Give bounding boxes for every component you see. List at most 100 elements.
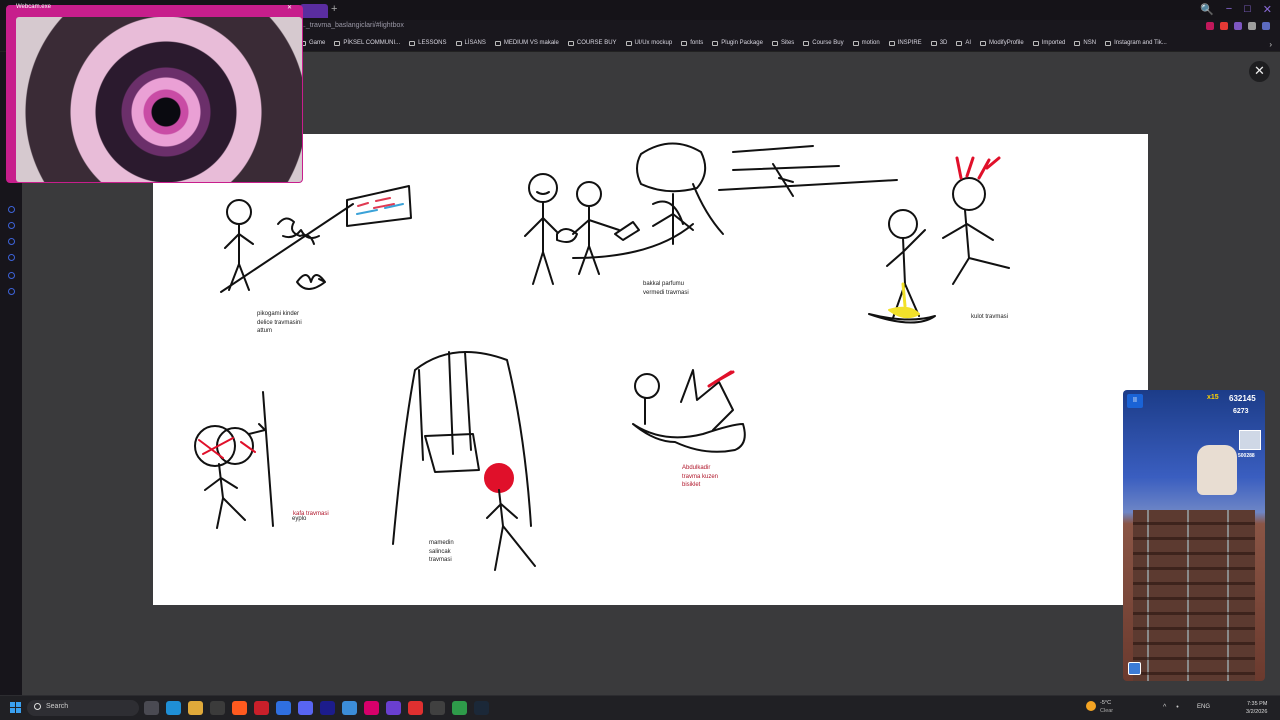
taskbar-app-icon[interactable]	[342, 701, 357, 715]
weather-icon[interactable]	[1086, 701, 1096, 711]
bookmark-item[interactable]: 3D	[930, 40, 948, 46]
sidebar-downloads-icon[interactable]	[8, 254, 15, 261]
folder-icon	[409, 40, 416, 46]
active-tab[interactable]	[300, 4, 328, 18]
taskbar-app-icon[interactable]	[386, 701, 401, 715]
extension-icon[interactable]	[1220, 22, 1228, 30]
bookmark-label: Sites	[780, 40, 795, 46]
bookmark-item[interactable]: NSN	[1074, 40, 1096, 46]
folder-icon	[771, 40, 778, 46]
tray-chevron-icon[interactable]: ^	[1163, 704, 1166, 711]
bookmark-item[interactable]: fonts	[681, 40, 703, 46]
tray-network-icon[interactable]: •	[1176, 704, 1178, 711]
extension-icon[interactable]	[1248, 22, 1256, 30]
taskbar-app-icon[interactable]	[188, 701, 203, 715]
bookmark-label: UI/Ux mockup	[634, 40, 673, 46]
new-tab-button[interactable]: +	[331, 3, 337, 15]
sidebar-home-icon[interactable]	[8, 206, 15, 213]
bookmarks-more-icon[interactable]: ›	[1269, 40, 1272, 49]
taskbar-app-icon[interactable]	[276, 701, 291, 715]
drawing-scene-salincak	[392, 351, 536, 571]
caption-bakkal: bakkal parfumu vermedi travmasi	[643, 281, 689, 296]
bookmark-item[interactable]: ModifyProfile	[980, 40, 1024, 46]
windows-start-icon[interactable]	[10, 702, 21, 713]
bookmark-item[interactable]: Game	[300, 40, 325, 46]
taskbar-app-icon[interactable]	[210, 701, 225, 715]
extension-icon[interactable]	[1234, 22, 1242, 30]
webcam-title: Webcam.exe	[16, 4, 51, 10]
bookmark-item[interactable]: COURSE BUY	[567, 40, 617, 46]
bookmark-item[interactable]: AI	[956, 40, 971, 46]
folder-icon	[625, 40, 632, 46]
taskbar-app-icon[interactable]	[298, 701, 313, 715]
sidebar-history-icon[interactable]	[8, 238, 15, 245]
lightbox-close-button[interactable]: ✕	[1249, 61, 1270, 82]
bookmark-item[interactable]: Sites	[771, 40, 795, 46]
bookmark-item[interactable]: Plugin Package	[712, 40, 763, 46]
bookmark-label: LESSONS	[418, 40, 447, 46]
bookmark-item[interactable]: UI/Ux mockup	[625, 40, 673, 46]
taskbar-app-icon[interactable]	[254, 701, 269, 715]
clock-date: 3/2/2026	[1246, 709, 1268, 715]
bookmark-item[interactable]: LİSANS	[455, 40, 486, 46]
folder-icon	[956, 40, 963, 46]
folder-icon	[455, 40, 462, 46]
minimize-button[interactable]: −	[1226, 3, 1232, 16]
bookmark-item[interactable]: INSPIRE	[888, 40, 922, 46]
bookmark-label: PİKSEL COMMUNI...	[343, 40, 401, 46]
game-character	[1197, 445, 1237, 495]
bookmark-label: NSN	[1083, 40, 1097, 46]
folder-icon	[334, 40, 341, 46]
game-powerup-icon[interactable]	[1128, 662, 1141, 675]
maximize-button[interactable]: □	[1244, 3, 1251, 16]
folder-icon	[930, 40, 937, 46]
game-pause-button[interactable]: II	[1127, 394, 1143, 408]
taskbar-apps	[144, 701, 489, 715]
sidebar-favorites-icon[interactable]	[8, 222, 15, 229]
url-input[interactable]: ..._travma_baslangiclari/#lightbox	[300, 22, 404, 29]
bookmark-item[interactable]: LESSONS	[409, 40, 447, 46]
window-controls: 🔍 − □ ✕	[1200, 3, 1272, 16]
taskbar-app-icon[interactable]	[452, 701, 467, 715]
bookmark-item[interactable]: Imported	[1032, 40, 1065, 46]
folder-icon	[888, 40, 895, 46]
bookmark-label: 3D	[939, 40, 948, 46]
bookmark-item[interactable]: PİKSEL COMMUNI...	[334, 40, 400, 46]
taskbar-app-icon[interactable]	[408, 701, 423, 715]
bookmark-item[interactable]: Instagram and Tik...	[1105, 40, 1167, 46]
search-tabs-icon[interactable]: 🔍	[1200, 3, 1214, 16]
taskbar-app-icon[interactable]	[474, 701, 489, 715]
sidebar-messenger-icon[interactable]	[8, 272, 15, 279]
extension-icon[interactable]	[1262, 22, 1270, 30]
system-tray: ^ •	[1163, 704, 1179, 711]
game-best-score: 500288	[1238, 453, 1255, 459]
bookmark-label: fonts	[690, 40, 704, 46]
clock[interactable]: 7:35 PM 3/2/2026	[1246, 700, 1267, 716]
webcam-window	[6, 5, 303, 183]
taskbar-app-icon[interactable]	[364, 701, 379, 715]
taskbar-app-icon[interactable]	[430, 701, 445, 715]
taskbar-search-box[interactable]	[27, 700, 139, 716]
bookmark-item[interactable]: Course Buy	[803, 40, 844, 46]
drawing-scene-bisiklet	[632, 369, 746, 453]
bookmark-item[interactable]: motion	[852, 40, 880, 46]
taskbar-app-icon[interactable]	[232, 701, 247, 715]
game-bonus-board	[1239, 430, 1261, 450]
bookmark-label: INSPIRE	[897, 40, 922, 46]
language-indicator[interactable]: ENG	[1197, 704, 1210, 710]
drawing	[194, 142, 1010, 571]
webcam-feed	[16, 17, 302, 182]
extension-icon[interactable]	[1206, 22, 1214, 30]
taskbar-app-icon[interactable]	[320, 701, 335, 715]
taskbar-app-icon[interactable]	[166, 701, 181, 715]
bookmark-label: motion	[861, 40, 880, 46]
sidebar-settings-icon[interactable]	[8, 288, 15, 295]
taskbar-app-icon[interactable]	[144, 701, 159, 715]
taskbar-search-placeholder: Search	[46, 703, 69, 710]
close-window-button[interactable]: ✕	[1263, 3, 1272, 16]
extension-icons	[1206, 22, 1270, 30]
webcam-close-icon[interactable]: ✕	[287, 4, 292, 11]
folder-icon	[980, 40, 987, 46]
bookmark-item[interactable]: MEDIUM VS makale	[494, 40, 559, 46]
bookmark-label: Course Buy	[812, 40, 844, 46]
